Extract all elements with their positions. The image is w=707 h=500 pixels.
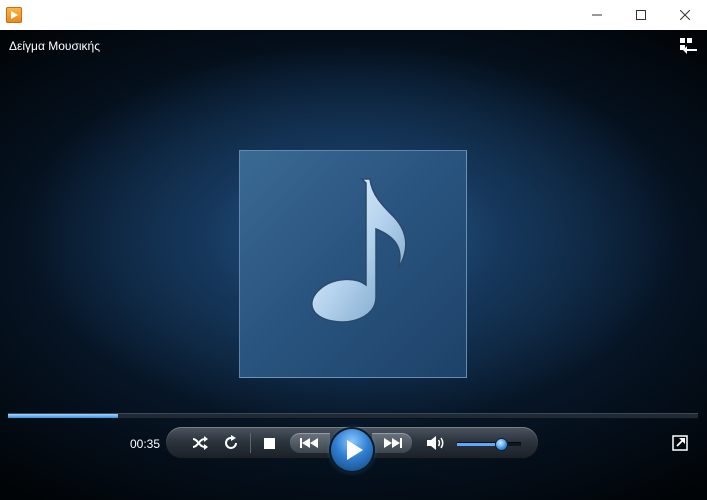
repeat-button[interactable] xyxy=(220,433,242,453)
next-icon xyxy=(384,438,402,448)
shuffle-icon xyxy=(192,436,208,450)
mute-button[interactable] xyxy=(425,433,447,453)
stop-button[interactable] xyxy=(259,434,279,452)
media-player-icon xyxy=(6,7,22,23)
minimize-icon xyxy=(592,14,602,16)
previous-icon xyxy=(300,438,318,448)
seek-progress xyxy=(8,414,119,418)
media-player-window: Δείγμα Μουσικής 00:35 xyxy=(0,0,707,500)
maximize-icon xyxy=(636,10,646,20)
title-bar xyxy=(0,0,707,30)
minimize-button[interactable] xyxy=(574,0,620,30)
fullscreen-icon xyxy=(672,435,688,451)
elapsed-time: 00:35 xyxy=(130,437,161,451)
play-button[interactable] xyxy=(331,429,373,471)
next-button[interactable] xyxy=(372,433,412,453)
stop-icon xyxy=(263,437,275,449)
volume-level xyxy=(457,443,501,446)
close-button[interactable] xyxy=(662,0,707,30)
repeat-icon xyxy=(225,435,237,449)
seek-bar[interactable] xyxy=(8,413,698,419)
previous-button[interactable] xyxy=(290,433,330,453)
fullscreen-button[interactable] xyxy=(671,434,689,452)
shuffle-button[interactable] xyxy=(189,433,211,453)
switch-to-library-button[interactable] xyxy=(678,37,698,55)
close-icon xyxy=(680,10,690,20)
volume-slider-handle[interactable] xyxy=(495,439,507,450)
speaker-icon xyxy=(427,436,444,450)
volume-slider[interactable] xyxy=(457,439,521,450)
album-art xyxy=(239,150,467,378)
switch-to-library-icon xyxy=(680,38,697,54)
controls-divider xyxy=(250,433,251,453)
music-note-icon xyxy=(311,178,407,323)
song-title: Δείγμα Μουσικής xyxy=(9,39,100,53)
play-icon xyxy=(347,440,363,460)
maximize-button[interactable] xyxy=(618,0,664,30)
